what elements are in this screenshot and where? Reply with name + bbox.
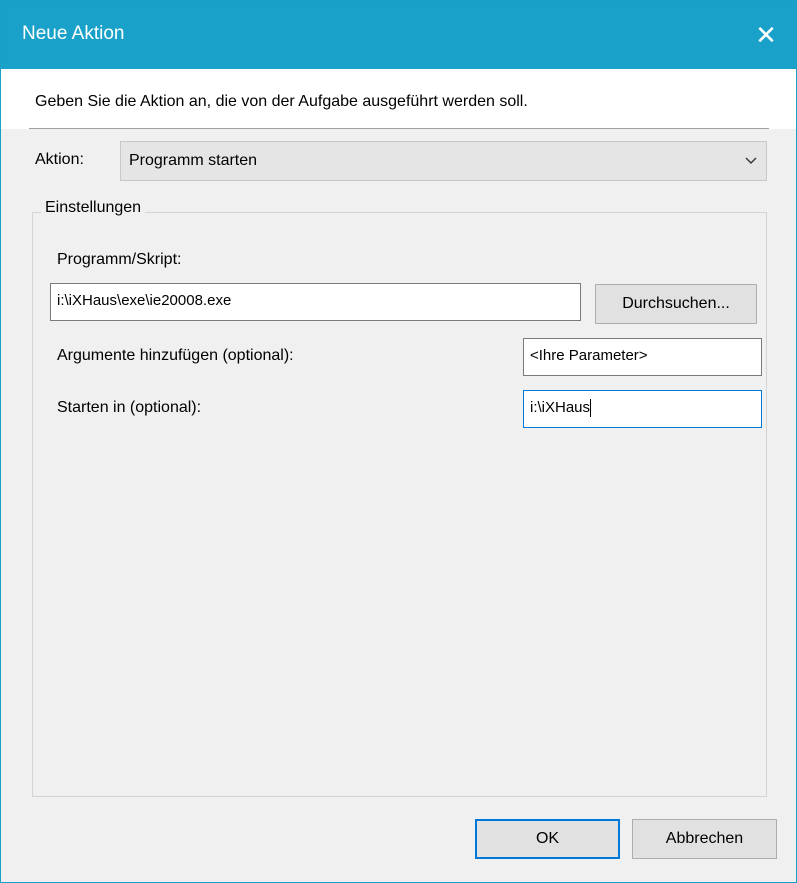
action-label: Aktion: bbox=[35, 151, 84, 168]
program-input[interactable]: i:\iXHaus\exe\ie20008.exe bbox=[50, 283, 581, 321]
startin-input-value: i:\iXHaus bbox=[530, 399, 591, 416]
settings-group-title: Einstellungen bbox=[41, 199, 146, 217]
startin-input[interactable]: i:\iXHaus bbox=[523, 390, 762, 428]
arguments-label: Argumente hinzufügen (optional): bbox=[57, 347, 294, 364]
action-selected-value: Programm starten bbox=[129, 152, 258, 169]
browse-button[interactable]: Durchsuchen... bbox=[595, 284, 757, 324]
header-area: Geben Sie die Aktion an, die von der Auf… bbox=[1, 69, 796, 129]
close-icon[interactable]: ✕ bbox=[736, 1, 796, 69]
arguments-input-value: <Ihre Parameter> bbox=[530, 347, 648, 364]
program-input-value: i:\iXHaus\exe\ie20008.exe bbox=[57, 292, 232, 309]
program-label: Programm/Skript: bbox=[57, 251, 182, 268]
window-title: Neue Aktion bbox=[22, 23, 125, 44]
startin-label: Starten in (optional): bbox=[57, 399, 202, 416]
cancel-button[interactable]: Abbrechen bbox=[632, 819, 777, 859]
ok-button[interactable]: OK bbox=[475, 819, 620, 859]
arguments-input[interactable]: <Ihre Parameter> bbox=[523, 338, 762, 376]
description-text: Geben Sie die Aktion an, die von der Auf… bbox=[35, 93, 528, 110]
chevron-down-icon bbox=[745, 157, 757, 164]
text-caret bbox=[590, 399, 592, 418]
title-bar[interactable]: Neue Aktion ✕ bbox=[1, 1, 796, 69]
header-separator bbox=[29, 128, 769, 129]
action-combobox[interactable]: Programm starten bbox=[120, 141, 767, 181]
dialog-window: Neue Aktion ✕ Geben Sie die Aktion an, d… bbox=[0, 0, 797, 883]
